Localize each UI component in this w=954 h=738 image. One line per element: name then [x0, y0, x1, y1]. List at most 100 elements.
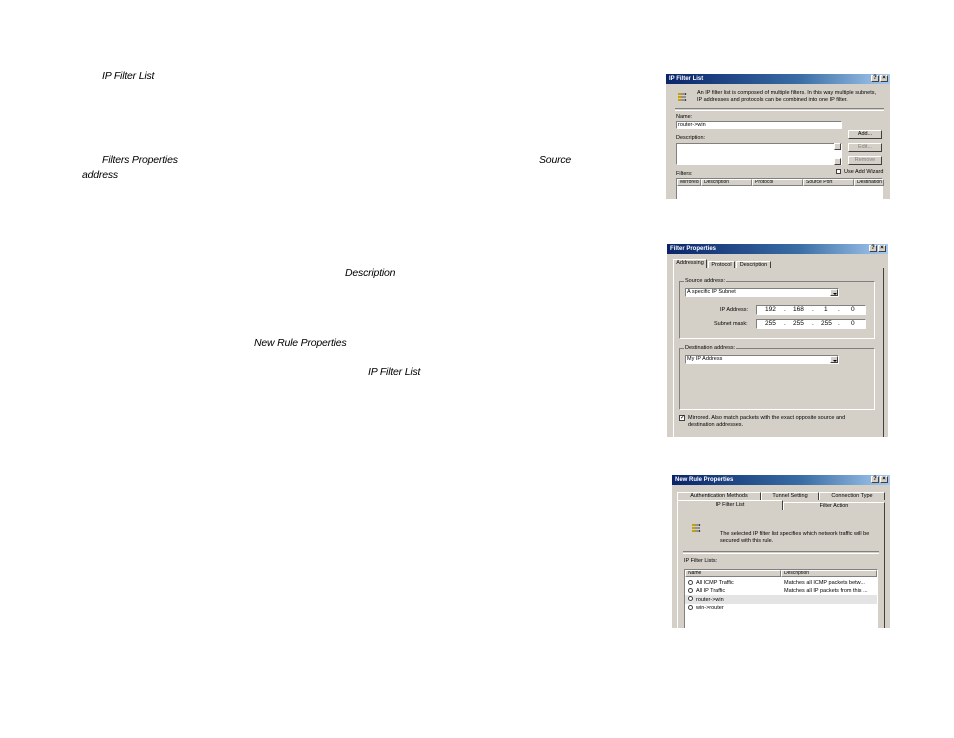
ip-dot: .: [784, 306, 786, 313]
table-row[interactable]: All IP Traffic Matches all IP packets fr…: [685, 587, 877, 595]
ip-filter-lists-table[interactable]: Name Description All ICMP Traffic Matche…: [684, 569, 878, 628]
help-button[interactable]: ?: [871, 75, 879, 82]
ip-octet-1: 192: [765, 306, 776, 313]
row-description: Matches all IP packets from this ...: [784, 588, 868, 594]
info-text: The selected IP filter list specifies wh…: [720, 531, 870, 544]
radio-button[interactable]: [688, 588, 693, 593]
dialog-title: New Rule Properties: [675, 477, 734, 483]
ip-filter-icon: [678, 93, 687, 101]
col-protocol[interactable]: Protocol: [752, 179, 803, 186]
row-name: win->router: [696, 605, 724, 611]
subnet-mask-label: Subnet mask:: [714, 321, 748, 327]
row-name: All IP Traffic: [696, 588, 726, 594]
doc-label-description: Description: [345, 267, 396, 279]
subnet-mask-field[interactable]: 255 . 255 . 255 . 0: [756, 319, 866, 329]
doc-label-source: Source: [539, 154, 572, 166]
title-bar: IP Filter List ? ×: [666, 74, 890, 84]
radio-button[interactable]: [688, 605, 693, 610]
mask-dot: .: [784, 320, 786, 327]
destination-select-value: My IP Address: [687, 356, 723, 362]
mask-octet-1: 255: [765, 320, 776, 327]
tab-filter-action[interactable]: Filter Action: [783, 502, 885, 510]
ip-dot: .: [812, 306, 814, 313]
mask-octet-3: 255: [821, 320, 832, 327]
table-row[interactable]: win->router: [685, 604, 877, 612]
close-button[interactable]: ×: [880, 75, 888, 82]
info-text: An IP filter list is composed of multipl…: [697, 90, 877, 103]
doc-label-filters-properties: Filters Properties: [102, 154, 178, 166]
tab-addressing[interactable]: Addressing: [673, 259, 707, 268]
use-wizard-label: Use Add Wizard: [844, 169, 884, 175]
chevron-down-icon[interactable]: [830, 356, 838, 363]
name-label: Name:: [676, 114, 693, 120]
description-field[interactable]: [676, 143, 842, 165]
mirrored-checkbox[interactable]: ✓: [679, 415, 685, 421]
chevron-down-icon[interactable]: [830, 289, 838, 296]
ip-address-label: IP Address:: [720, 307, 749, 313]
radio-button[interactable]: [688, 580, 693, 585]
ip-filter-lists-label: IP Filter Lists:: [684, 558, 718, 564]
col-description[interactable]: Description: [781, 570, 877, 577]
ip-dot: .: [838, 306, 840, 313]
col-destination[interactable]: Destination: [854, 179, 884, 186]
source-select-value: A specific IP Subnet: [687, 289, 736, 295]
radio-button[interactable]: [688, 596, 693, 601]
col-name[interactable]: Name: [685, 570, 781, 577]
ip-octet-3: 1: [824, 306, 828, 313]
row-name: All ICMP Traffic: [696, 580, 734, 586]
mask-octet-2: 255: [793, 320, 804, 327]
doc-label-ip-filter-list-2: IP Filter List: [368, 366, 421, 378]
new-rule-properties-dialog: New Rule Properties ? × Authentication M…: [672, 475, 890, 628]
table-row[interactable]: router->win: [685, 595, 877, 604]
description-scroll-down[interactable]: [834, 158, 841, 165]
ip-filter-list-dialog: IP Filter List ? × An IP filter list is …: [666, 74, 890, 199]
doc-label-address: address: [82, 169, 118, 181]
row-description: Matches all ICMP packets betw...: [784, 580, 865, 586]
ip-address-field[interactable]: 192 . 168 . 1 . 0: [756, 305, 866, 315]
title-bar: New Rule Properties ? ×: [672, 475, 890, 485]
doc-label-new-rule-properties: New Rule Properties: [254, 337, 347, 349]
add-button[interactable]: Add...: [848, 130, 882, 139]
filters-label: Filters:: [676, 171, 693, 177]
ip-octet-4: 0: [851, 306, 855, 313]
remove-button[interactable]: Remove: [848, 156, 882, 165]
mask-dot: .: [812, 320, 814, 327]
close-button[interactable]: ×: [878, 245, 886, 252]
tab-ip-filter-list[interactable]: IP Filter List: [677, 500, 783, 510]
ip-octet-2: 168: [793, 306, 804, 313]
destination-address-select[interactable]: My IP Address: [685, 355, 839, 364]
edit-button[interactable]: Edit...: [848, 143, 882, 152]
divider: [683, 551, 879, 554]
destination-address-legend: Destination address:: [684, 345, 737, 351]
filters-list[interactable]: Mirrored Description Protocol Source Por…: [676, 178, 884, 199]
mirrored-label: Mirrored. Also match packets with the ex…: [688, 415, 846, 428]
filter-properties-dialog: Filter Properties ? × Addressing Protoco…: [667, 244, 888, 437]
divider: [675, 108, 884, 111]
use-wizard-checkbox[interactable]: [836, 169, 841, 174]
ip-filter-icon: [692, 524, 701, 532]
close-button[interactable]: ×: [880, 476, 888, 483]
source-address-legend: Source address:: [684, 278, 727, 284]
tab-description[interactable]: Description: [736, 261, 771, 268]
help-button[interactable]: ?: [869, 245, 877, 252]
tab-connection-type[interactable]: Connection Type: [819, 492, 885, 500]
col-mirrored[interactable]: Mirrored: [677, 179, 701, 186]
mask-octet-4: 0: [851, 320, 855, 327]
tab-authentication-methods[interactable]: Authentication Methods: [677, 492, 761, 500]
help-button[interactable]: ?: [871, 476, 879, 483]
mask-dot: .: [838, 320, 840, 327]
doc-label-ip-filter-list: IP Filter List: [102, 70, 155, 82]
table-row[interactable]: All ICMP Traffic Matches all ICMP packet…: [685, 579, 877, 587]
description-scroll-up[interactable]: [834, 143, 841, 150]
row-name: router->win: [696, 597, 724, 603]
source-address-select[interactable]: A specific IP Subnet: [685, 288, 839, 297]
col-source-port[interactable]: Source Port: [803, 179, 854, 186]
name-field[interactable]: router->win: [676, 121, 842, 129]
title-bar: Filter Properties ? ×: [667, 244, 888, 254]
tab-protocol[interactable]: Protocol: [708, 261, 735, 268]
dialog-title: Filter Properties: [670, 246, 717, 252]
tab-tunnel-setting[interactable]: Tunnel Setting: [761, 492, 819, 500]
col-description[interactable]: Description: [701, 179, 752, 186]
description-label: Description:: [676, 135, 706, 141]
dialog-title: IP Filter List: [669, 76, 704, 82]
